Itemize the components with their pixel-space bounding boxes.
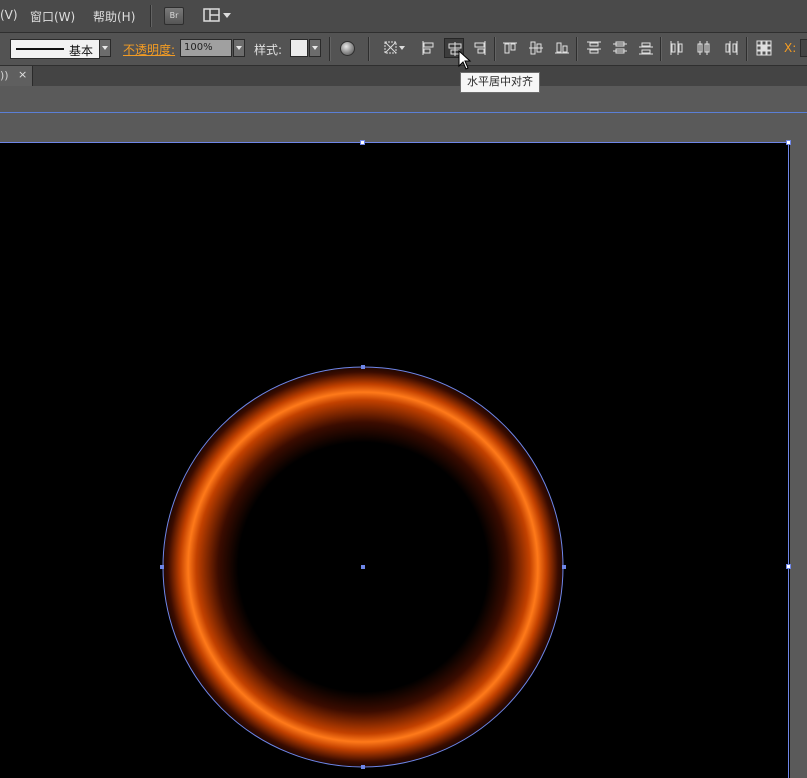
anchor-point-top[interactable] — [361, 365, 365, 369]
distribute-bottom-button[interactable] — [636, 38, 656, 58]
graphic-style-label: 样式: — [254, 43, 283, 57]
stroke-style-label: 基本 — [69, 44, 94, 58]
center-point — [361, 565, 365, 569]
x-position-input[interactable] — [800, 39, 807, 57]
document-tab[interactable]: )) × — [0, 66, 33, 86]
control-divider — [746, 37, 748, 61]
menu-bar: (V) 窗口(W) 帮助(H) Br — [0, 0, 807, 33]
distribute-horizontal-center-icon — [697, 41, 710, 55]
align-vertical-center-icon — [529, 41, 543, 55]
distribute-right-button[interactable] — [721, 38, 741, 58]
control-divider — [494, 37, 496, 61]
transform-panel-button[interactable] — [754, 38, 774, 58]
tooltip: 水平居中对齐 — [460, 72, 540, 93]
document-tab-label: )) — [0, 69, 9, 82]
menu-window[interactable]: 窗口(W) — [30, 8, 75, 25]
layout-grid-icon — [203, 8, 231, 22]
menu-divider — [150, 5, 152, 27]
control-divider — [576, 37, 578, 61]
guide-line[interactable] — [0, 112, 807, 113]
workspace-switcher-button[interactable] — [203, 7, 233, 25]
anchor-point-bottom[interactable] — [361, 765, 365, 769]
align-bottom-icon — [555, 42, 569, 54]
opacity-dropdown-arrow[interactable] — [233, 39, 245, 57]
resize-handle-middle-right[interactable] — [786, 564, 791, 569]
selection-bounds-top — [0, 142, 789, 143]
stroke-style-dropdown[interactable]: 基本 — [10, 39, 100, 59]
align-left-button[interactable] — [418, 38, 438, 58]
stroke-style-dropdown-arrow[interactable] — [99, 39, 111, 57]
graphic-style-dropdown-arrow[interactable] — [309, 39, 321, 57]
anchor-point-left[interactable] — [160, 565, 164, 569]
menu-help[interactable]: 帮助(H) — [93, 8, 135, 25]
distribute-vertical-center-icon — [613, 41, 627, 54]
align-bottom-button[interactable] — [552, 38, 572, 58]
distribute-right-icon — [725, 41, 738, 55]
opacity-input[interactable]: 100% — [180, 39, 232, 57]
align-right-button[interactable] — [470, 38, 490, 58]
bridge-button[interactable]: Br — [164, 7, 184, 25]
distribute-left-icon — [670, 41, 683, 55]
control-bar: 基本 不透明度: 100% 样式: X: — [0, 33, 807, 66]
x-position-label[interactable]: X: — [784, 41, 796, 55]
control-divider — [329, 37, 331, 61]
control-divider — [368, 37, 370, 61]
align-top-button[interactable] — [500, 38, 520, 58]
graphic-style-swatch[interactable] — [290, 39, 308, 57]
transform-toggle-button[interactable] — [381, 38, 407, 58]
distribute-horizontal-center-button[interactable] — [694, 38, 714, 58]
control-divider — [660, 37, 662, 61]
distribute-top-button[interactable] — [584, 38, 604, 58]
anchor-point-right[interactable] — [562, 565, 566, 569]
resize-handle-top-right[interactable] — [786, 140, 791, 145]
bounding-box-icon — [384, 41, 405, 54]
artboard[interactable] — [0, 142, 790, 778]
close-icon[interactable]: × — [18, 68, 27, 81]
distribute-bottom-icon — [639, 42, 653, 55]
align-top-icon — [503, 42, 517, 54]
stroke-preview — [16, 48, 64, 50]
align-left-icon — [422, 41, 434, 55]
distribute-vertical-center-button[interactable] — [610, 38, 630, 58]
align-vertical-center-button[interactable] — [526, 38, 546, 58]
resize-handle-top-center[interactable] — [360, 140, 365, 145]
recolor-artwork-icon[interactable] — [340, 41, 355, 56]
document-tab-bar: )) × — [0, 66, 807, 86]
distribute-top-icon — [587, 41, 601, 54]
align-right-icon — [474, 41, 486, 55]
distribute-left-button[interactable] — [667, 38, 687, 58]
menu-view[interactable]: (V) — [0, 8, 18, 22]
selection-bounds-right — [788, 142, 789, 778]
reference-point-grid-icon — [756, 40, 772, 56]
mouse-pointer-icon — [458, 50, 472, 70]
opacity-label[interactable]: 不透明度: — [123, 41, 175, 58]
